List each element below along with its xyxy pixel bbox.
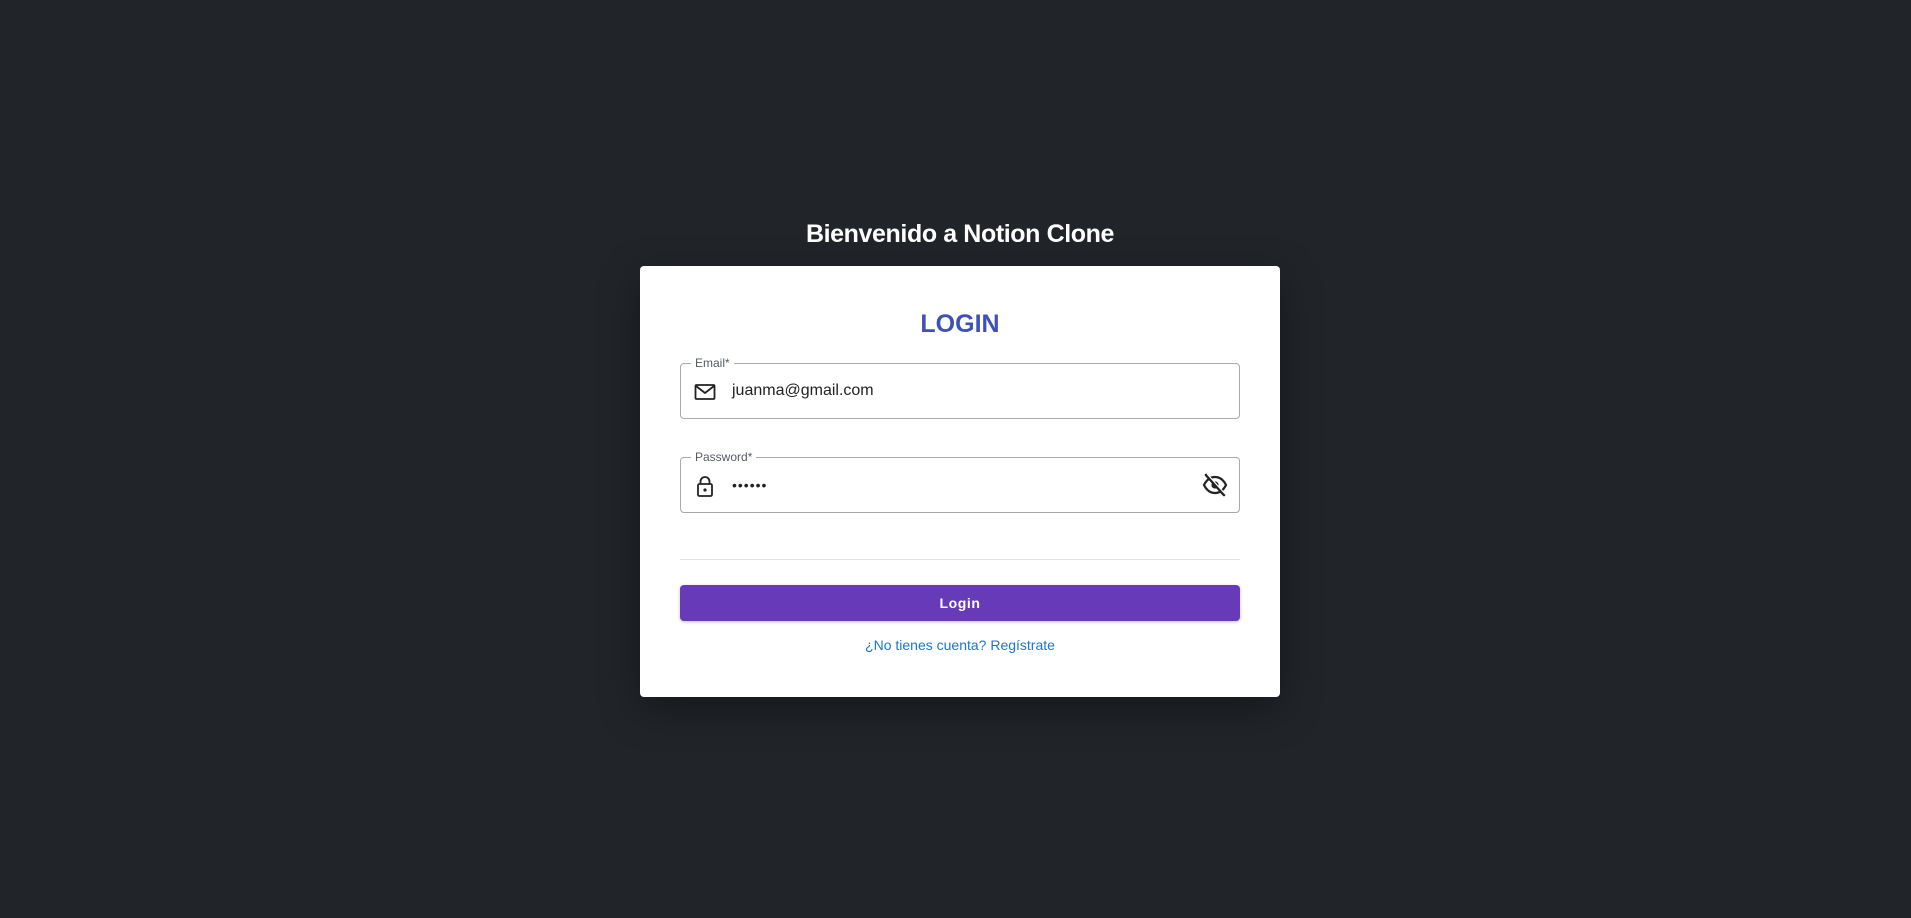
visibility-off-icon[interactable] <box>1201 472 1229 498</box>
register-link[interactable]: ¿No tienes cuenta? Regístrate <box>640 636 1280 654</box>
email-label: Email* <box>691 356 734 370</box>
mail-icon <box>693 381 717 403</box>
email-input[interactable]: juanma@gmail.com <box>732 364 1172 418</box>
password-field[interactable]: Password* •••••• <box>680 450 1240 513</box>
lock-icon <box>693 475 717 497</box>
page-title: Bienvenido a Notion Clone <box>805 220 1115 248</box>
login-heading: LOGIN <box>920 310 1000 338</box>
email-field[interactable]: Email* juanma@gmail.com <box>680 356 1240 419</box>
login-card: LOGIN Email* juanma@gmail.com Password* … <box>640 266 1280 697</box>
form-divider <box>680 559 1240 560</box>
login-button[interactable]: Login <box>680 585 1240 621</box>
password-input[interactable]: •••••• <box>732 458 1172 512</box>
